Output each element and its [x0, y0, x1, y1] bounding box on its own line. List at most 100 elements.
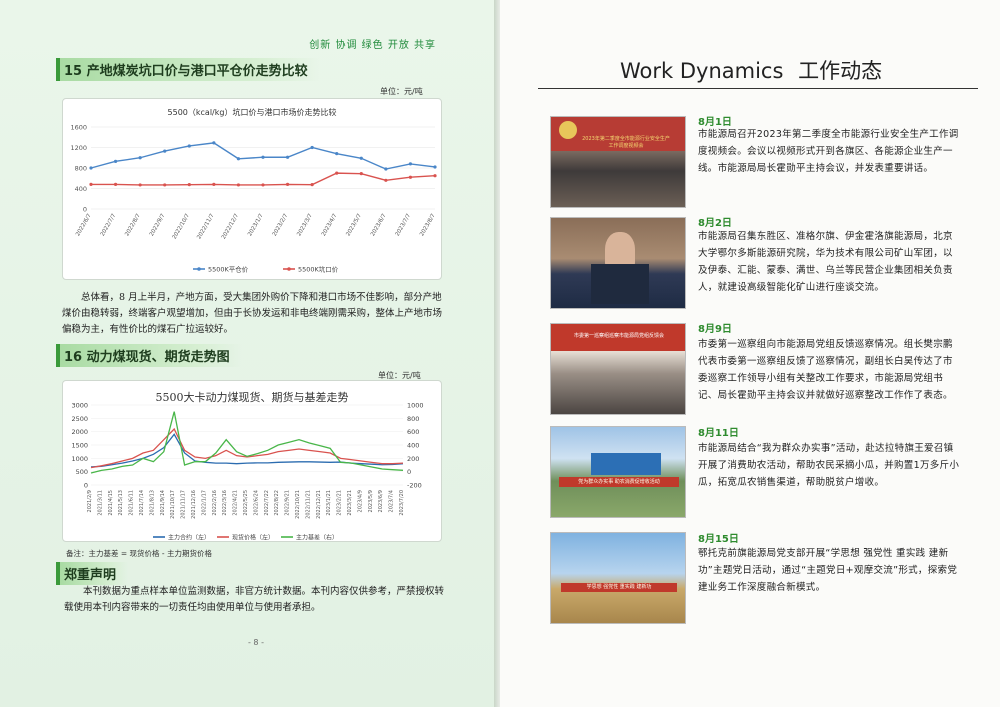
- x-tick-label: 2021/11/17: [181, 490, 187, 519]
- speaker-suit: [591, 264, 649, 304]
- data-point: [113, 182, 118, 186]
- series-line-1: [91, 172, 436, 186]
- data-point: [384, 178, 388, 182]
- x-tick-label: 2023/8/7: [419, 213, 437, 238]
- data-point: [359, 156, 363, 160]
- y-right-tick: 200: [407, 455, 419, 463]
- work-dynamics-title: Work Dynamics 工作动态: [620, 55, 882, 85]
- y-left-tick: 500: [76, 468, 88, 476]
- y-left-tick: 1500: [71, 442, 88, 450]
- disclaimer-text: 本刊数据为重点样本单位监测数据，非官方统计数据。本刊内容仅供参考，严禁授权转载使…: [64, 586, 445, 613]
- section15-title: 15 产地煤炭坑口价与港口平仓价走势比较: [56, 58, 320, 81]
- legend-label: 5500K平仓价: [208, 265, 249, 274]
- y-tick-label: 0: [83, 206, 87, 214]
- x-tick-label: 2023/7/20: [399, 490, 405, 516]
- news-text-2: 市能源局召集东胜区、准格尔旗、伊金霍洛旗能源局，北京大学鄂尔多斯能源研究院，华为…: [698, 231, 953, 293]
- data-point: [138, 156, 142, 160]
- y-tick-label: 1600: [70, 124, 87, 132]
- y-tick-label: 1200: [70, 144, 87, 152]
- y-left-tick: 3000: [71, 402, 88, 410]
- page-number: - 8 -: [248, 638, 264, 647]
- x-tick-label: 2023/3/7: [296, 213, 314, 238]
- x-tick-label: 2022/3/16: [222, 490, 228, 516]
- x-tick-label: 2021/7/14: [139, 490, 145, 516]
- data-point: [113, 159, 118, 163]
- data-point: [261, 183, 265, 187]
- data-point: [261, 155, 265, 159]
- photo-banner-5: 学思想 强党性 重实践 建新功: [561, 583, 677, 592]
- news-photo-5: 学思想 强党性 重实践 建新功: [550, 532, 686, 624]
- data-point: [163, 149, 167, 153]
- section15-unit: 单位：元/吨: [380, 87, 423, 96]
- data-point: [408, 175, 413, 179]
- x-tick-label: 2022/7/7: [100, 213, 118, 238]
- data-point: [359, 172, 363, 176]
- x-tick-label: 2021/2/9: [87, 490, 93, 512]
- legend-label: 主力合约（左）: [168, 534, 210, 542]
- legend-marker: [197, 267, 201, 271]
- data-point: [187, 144, 191, 148]
- x-tick-label: 2022/11/7: [196, 213, 216, 241]
- x-tick-label: 2022/6/24: [253, 490, 259, 516]
- legend-label: 现货价格（左）: [232, 534, 274, 542]
- x-tick-label: 2023/5/7: [345, 213, 363, 238]
- x-tick-label: 2022/8/22: [274, 490, 280, 516]
- news-text-4: 市能源局结合“我为群众办实事”活动，赴达拉特旗王爱召镇开展了消费助农活动，帮助农…: [698, 443, 960, 488]
- y-tick-label: 400: [75, 185, 87, 193]
- series-line-2: [90, 411, 404, 474]
- x-tick-label: 2023/6/9: [378, 490, 384, 512]
- x-tick-label: 2023/2/21: [337, 490, 343, 516]
- truck-body: [591, 453, 661, 475]
- x-tick-label: 2021/12/16: [191, 490, 197, 519]
- x-tick-label: 2023/5/9: [368, 490, 374, 512]
- photo-banner-3: 市委第一巡察组巡察市能源局党组反馈会: [573, 333, 664, 339]
- y-right-tick: 800: [407, 415, 419, 423]
- y-left-tick: 2500: [71, 415, 88, 423]
- y-left-tick: 1000: [71, 455, 88, 463]
- data-point: [212, 141, 216, 145]
- data-point: [89, 166, 93, 170]
- x-tick-label: 2022/11/21: [305, 490, 311, 519]
- x-tick-label: 2022/4/21: [233, 490, 239, 516]
- photo-banner-4: 党为群众办实事 助农消费促增收活动: [559, 477, 679, 487]
- x-tick-label: 2022/9/21: [285, 490, 291, 516]
- emblem-icon: [559, 121, 577, 139]
- news-date-2: 8月2日: [698, 218, 732, 229]
- x-tick-label: 2023/1/21: [326, 490, 332, 516]
- data-point: [89, 182, 93, 186]
- y-right-tick: 0: [407, 468, 411, 476]
- news-photo-1: 2023年第二季度全市能源行业安全生产工作调度视频会: [550, 116, 686, 208]
- legend-label: 主力基差（右）: [296, 534, 338, 542]
- x-tick-label: 2021/4/15: [108, 490, 114, 516]
- chart-spot-futures: 5500大卡动力煤现货、期货与基差走势 0 500 1000 1500 2000 2500…: [62, 380, 442, 542]
- x-tick-label: 2021/5/13: [118, 490, 124, 516]
- news-photo-3: 市委第一巡察组巡察市能源局党组反馈会: [550, 323, 686, 415]
- data-point: [335, 152, 339, 156]
- data-point: [187, 183, 191, 187]
- data-point: [310, 145, 314, 150]
- news-text-1: 市能源局召开2023年第二季度全市能源行业安全生产工作调度视频会。会议以视频形式…: [698, 129, 959, 174]
- y-right-tick: -200: [407, 482, 422, 490]
- x-tick-label: 2021/8/13: [149, 490, 155, 516]
- data-point: [408, 162, 413, 166]
- data-point: [163, 183, 167, 187]
- data-point: [212, 182, 216, 186]
- title-rule: [538, 88, 978, 89]
- photo-banner-1: 2023年第二季度全市能源行业安全生产工作调度视频会: [582, 136, 670, 149]
- x-tick-label: 2022/12/7: [221, 213, 241, 241]
- x-tick-label: 2022/8/7: [124, 213, 142, 238]
- news-photo-4: 党为群众办实事 助农消费促增收活动: [550, 426, 686, 518]
- section15-paragraph: 总体看，8 月上半月，产地方面，受大集团外购价下降和港口市场不佳影响，部分产地煤…: [62, 292, 443, 335]
- data-point: [236, 157, 241, 161]
- y-left-tick: 2000: [71, 428, 88, 436]
- news-text-5: 鄂托克前旗能源局党支部开展“学思想 强党性 重实践 建新功”主题党日活动，通过“…: [698, 548, 958, 593]
- x-tick-label: 2022/10/7: [172, 213, 192, 241]
- x-tick-label: 2021/6/11: [129, 490, 135, 516]
- x-tick-label: 2023/4/9: [357, 490, 363, 512]
- y-right-tick: 600: [407, 428, 419, 436]
- data-point: [335, 171, 339, 175]
- data-point: [433, 174, 437, 178]
- x-tick-label: 2023/2/7: [272, 213, 290, 238]
- data-point: [384, 167, 388, 171]
- x-tick-label: 2022/1/17: [201, 490, 207, 516]
